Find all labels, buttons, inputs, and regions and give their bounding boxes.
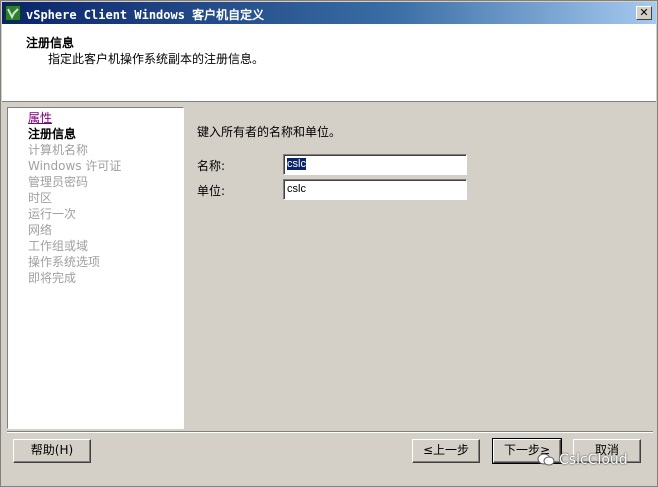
button-separator [7, 431, 653, 433]
title-bar[interactable]: vSphere Client Windows 客户机自定义 ✕ [2, 2, 656, 24]
step-ready-to-complete: 即将完成 [28, 271, 77, 285]
step-admin-password: 管理员密码 [28, 175, 89, 189]
step-properties[interactable]: 属性 [8, 110, 183, 126]
name-label: 名称: [197, 159, 226, 173]
step-computer-name: 计算机名称 [28, 143, 89, 157]
wizard-steps-sidebar: 属性 注册信息 计算机名称 Windows 许可证 管理员密码 时区 运行一次 … [7, 107, 184, 429]
step-os-options: 操作系统选项 [28, 255, 101, 269]
instruction-text: 键入所有者的名称和单位。 [197, 125, 342, 139]
step-time-zone: 时区 [28, 191, 53, 205]
wizard-header: 注册信息 指定此客户机操作系统副本的注册信息。 [2, 24, 656, 102]
chat-bubble-icon [537, 453, 555, 466]
watermark-text: CslcCloud [559, 452, 628, 468]
page-title: 注册信息 [26, 36, 75, 50]
organization-label: 单位: [197, 184, 226, 198]
page-subtitle: 指定此客户机操作系统副本的注册信息。 [48, 52, 265, 66]
close-icon: ✕ [639, 6, 649, 19]
step-registration-info: 注册信息 [28, 127, 77, 141]
vsphere-icon [5, 5, 21, 21]
wizard-content: 键入所有者的名称和单位。 名称: cslc 单位: cslc [187, 107, 653, 429]
step-run-once: 运行一次 [28, 207, 77, 221]
customization-wizard-window: vSphere Client Windows 客户机自定义 ✕ 注册信息 指定此… [0, 0, 658, 487]
help-button[interactable]: 帮助(H) [13, 439, 91, 463]
step-windows-license: Windows 许可证 [28, 159, 122, 173]
step-network: 网络 [28, 223, 53, 237]
name-field-value: cslc [287, 158, 306, 170]
back-button[interactable]: ≤上一步 [412, 439, 480, 463]
organization-field[interactable]: cslc [283, 179, 467, 200]
watermark: CslcCloud [537, 452, 628, 468]
window-title: vSphere Client Windows 客户机自定义 [26, 8, 265, 22]
organization-field-value: cslc [287, 183, 306, 195]
step-workgroup-domain: 工作组或域 [28, 239, 89, 253]
name-field[interactable]: cslc [283, 154, 467, 175]
close-button[interactable]: ✕ [636, 6, 652, 20]
